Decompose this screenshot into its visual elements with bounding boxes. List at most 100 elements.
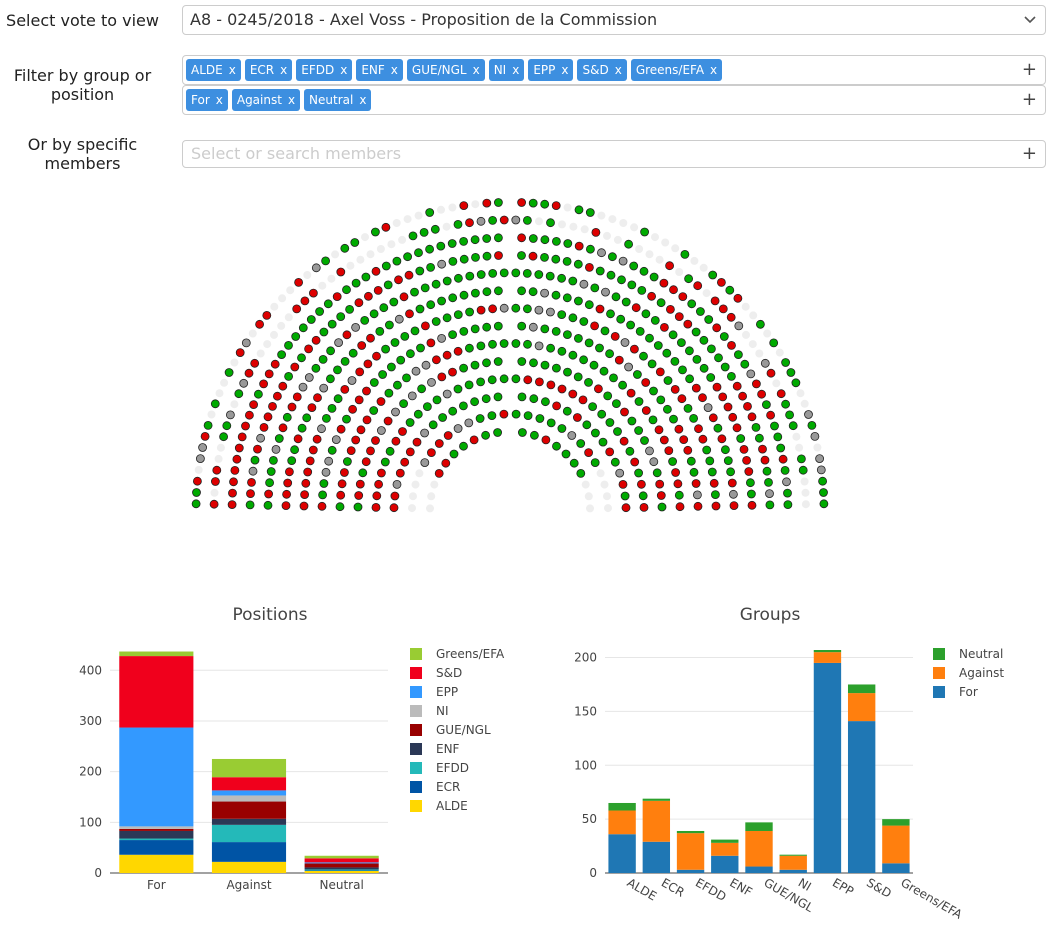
- seat-for[interactable]: [234, 389, 244, 399]
- seat-for[interactable]: [776, 443, 786, 453]
- seat-for[interactable]: [612, 399, 621, 409]
- seat-neutral[interactable]: [195, 454, 205, 464]
- seat-neutral[interactable]: [319, 383, 329, 393]
- seat-neutral[interactable]: [804, 410, 813, 419]
- bar-alde-neutral[interactable]: [304, 870, 379, 873]
- seat-for[interactable]: [487, 375, 497, 385]
- seat-against[interactable]: [631, 303, 641, 313]
- seat-for[interactable]: [438, 413, 448, 422]
- seat-absent[interactable]: [220, 378, 229, 387]
- seat-for[interactable]: [685, 374, 694, 384]
- seat-against[interactable]: [300, 296, 310, 306]
- seat-for[interactable]: [740, 359, 750, 369]
- bar-epp-for[interactable]: [119, 727, 194, 827]
- bar-s-d-neutral[interactable]: [304, 858, 379, 863]
- seat-for[interactable]: [819, 488, 828, 497]
- seat-absent[interactable]: [318, 281, 327, 290]
- seat-for[interactable]: [706, 373, 716, 382]
- seat-neutral[interactable]: [376, 426, 386, 435]
- seat-against[interactable]: [307, 403, 317, 413]
- seat-for[interactable]: [399, 399, 409, 409]
- seat-for[interactable]: [689, 467, 699, 477]
- seat-neutral[interactable]: [540, 288, 549, 298]
- seat-against[interactable]: [262, 310, 272, 320]
- remove-tag-icon[interactable]: x: [359, 93, 366, 107]
- seat-neutral[interactable]: [421, 360, 431, 370]
- seat-absent[interactable]: [471, 200, 480, 209]
- seat-absent[interactable]: [596, 469, 605, 478]
- seat-against[interactable]: [523, 375, 533, 385]
- seat-against[interactable]: [371, 502, 381, 512]
- seat-for[interactable]: [380, 457, 390, 467]
- group-tag-alde[interactable]: ALDE x: [186, 59, 241, 81]
- seat-for[interactable]: [585, 208, 595, 217]
- seat-absent[interactable]: [361, 233, 369, 242]
- seat-for[interactable]: [360, 315, 370, 325]
- seat-for[interactable]: [425, 208, 435, 217]
- seat-neutral[interactable]: [534, 305, 544, 315]
- seat-for[interactable]: [488, 339, 497, 349]
- seat-for[interactable]: [680, 250, 690, 259]
- seat-against[interactable]: [210, 477, 220, 486]
- seat-absent[interactable]: [801, 488, 810, 497]
- seat-against[interactable]: [708, 413, 718, 423]
- seat-for[interactable]: [369, 378, 379, 387]
- seat-neutral[interactable]: [392, 479, 402, 489]
- seat-for[interactable]: [448, 406, 458, 416]
- seat-for[interactable]: [656, 395, 666, 405]
- seat-against[interactable]: [441, 458, 451, 468]
- seat-for[interactable]: [788, 421, 798, 431]
- seat-for[interactable]: [692, 354, 702, 364]
- seat-against[interactable]: [404, 270, 414, 280]
- seat-for[interactable]: [426, 300, 436, 310]
- seat-against[interactable]: [469, 435, 479, 445]
- seat-absent[interactable]: [327, 274, 336, 283]
- seat-against[interactable]: [465, 218, 474, 228]
- seat-absent[interactable]: [755, 349, 764, 358]
- seat-for[interactable]: [723, 456, 733, 466]
- seat-for[interactable]: [545, 271, 555, 281]
- seat-for[interactable]: [603, 391, 613, 401]
- seat-absent[interactable]: [671, 244, 680, 253]
- bar-greens-efa-neutral[interactable]: [304, 855, 379, 859]
- seat-absent[interactable]: [207, 410, 216, 419]
- seat-for[interactable]: [582, 420, 592, 430]
- seat-against[interactable]: [732, 381, 742, 391]
- seat-against[interactable]: [363, 359, 373, 369]
- seat-for[interactable]: [616, 314, 626, 324]
- seat-against[interactable]: [283, 478, 293, 488]
- seat-for[interactable]: [663, 404, 672, 414]
- seat-for[interactable]: [605, 418, 615, 427]
- seat-against[interactable]: [287, 402, 297, 412]
- seat-against[interactable]: [442, 350, 452, 360]
- seat-for[interactable]: [546, 343, 555, 353]
- seat-for[interactable]: [422, 402, 432, 412]
- seat-against[interactable]: [733, 293, 743, 303]
- seat-for[interactable]: [419, 228, 429, 237]
- seat-for[interactable]: [627, 280, 637, 290]
- seat-for[interactable]: [375, 326, 385, 336]
- bar-ni-for[interactable]: [119, 826, 194, 829]
- seat-against[interactable]: [255, 319, 265, 329]
- seat-against[interactable]: [605, 447, 615, 457]
- seat-neutral[interactable]: [567, 431, 577, 440]
- seat-against[interactable]: [371, 266, 381, 276]
- seat-for[interactable]: [326, 346, 336, 356]
- seat-for[interactable]: [625, 446, 635, 456]
- seat-against[interactable]: [742, 455, 751, 465]
- seat-against[interactable]: [272, 391, 282, 401]
- seat-against[interactable]: [230, 465, 240, 475]
- seat-for[interactable]: [517, 321, 527, 331]
- seat-for[interactable]: [203, 420, 213, 430]
- seat-for[interactable]: [563, 239, 573, 248]
- seat-for[interactable]: [662, 348, 672, 358]
- bar-enf-against[interactable]: [211, 818, 287, 825]
- seat-absent[interactable]: [263, 340, 272, 349]
- seat-for[interactable]: [482, 251, 492, 261]
- seat-against[interactable]: [290, 362, 300, 372]
- seat-for[interactable]: [436, 241, 446, 251]
- seat-against[interactable]: [354, 395, 364, 405]
- seat-neutral[interactable]: [579, 279, 589, 289]
- seat-for[interactable]: [470, 235, 480, 245]
- seat-for[interactable]: [493, 286, 503, 296]
